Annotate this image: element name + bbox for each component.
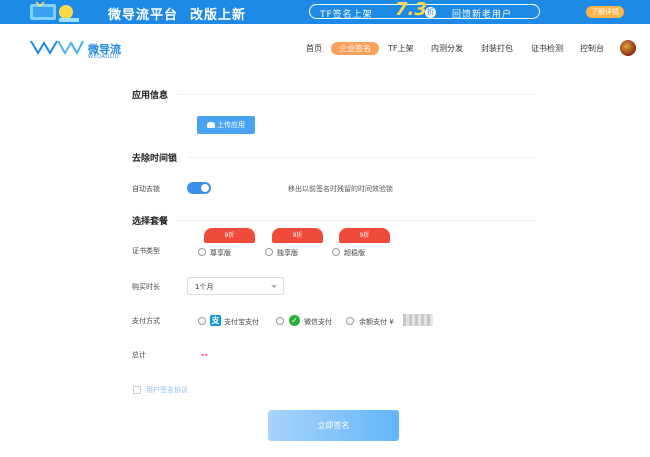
auto-unlock-label: 自动去锁 [132,185,160,193]
wechat-pay-icon: ✓ [289,315,300,326]
duration-label: 购买时长 [132,283,160,291]
banner-title-main: 微导流平台 [108,8,179,23]
option-premium-label[interactable]: 尊享版 [210,248,231,258]
radio-stable[interactable] [332,248,340,256]
discount-tag: 9折 [272,228,323,243]
nav-item-tf[interactable]: TF上架 [388,43,414,55]
nav-item-console[interactable]: 控制台 [580,43,604,55]
banner-detail-button[interactable]: 了解详情 [586,6,624,18]
promo-banner[interactable]: 微导流平台 改版上新 TF签名上架 7.3 折 回馈新老用户 了解详情 [0,0,650,24]
radio-alipay[interactable] [198,317,206,325]
promo-box: TF签名上架 7.3 折 回馈新老用户 [309,0,540,20]
auto-unlock-toggle[interactable] [187,182,211,194]
nav-item-enterprise-sign[interactable]: 企业签名 [331,42,379,55]
wechat-pay-label[interactable]: 微信支付 [304,317,332,327]
logo-subtitle: WEDAOLIU [88,54,120,60]
avatar[interactable] [620,40,636,56]
option-stable-label[interactable]: 超稳版 [344,248,365,258]
total-label: 总计 [132,351,146,359]
divider [178,94,536,95]
radio-premium[interactable] [198,248,206,256]
submit-sign-button[interactable]: 立即签名 [268,410,399,441]
radio-balance[interactable] [346,317,354,325]
chevron-down-icon [271,285,277,288]
alipay-icon: 支 [210,315,221,326]
discount-tag: 9折 [204,228,255,243]
radio-exclusive[interactable] [265,248,273,256]
promo-right-text: 回馈新老用户 [452,10,513,20]
alipay-label[interactable]: 支付宝支付 [224,317,259,327]
section-title-app-info: 应用信息 [132,91,169,101]
cloud-upload-icon [207,122,215,128]
upload-app-button[interactable]: 上传应用 [197,116,255,134]
banner-title-sub: 改版上新 [190,8,247,23]
top-nav: 微导流 WEDAOLIU 首页 企业签名 TF上架 内测分发 封装打包 证书检测… [0,24,650,72]
duration-value: 1个月 [195,283,214,291]
promo-zhe-badge: 折 [425,7,436,18]
option-exclusive-label[interactable]: 独享版 [277,248,298,258]
balance-pay-label[interactable]: 余额支付 ¥ [359,317,394,327]
radio-wechat[interactable] [276,317,284,325]
payment-label: 支付方式 [132,317,160,325]
agreement-link[interactable]: 用户签名协议 [146,385,188,395]
banner-title: 微导流平台 改版上新 [108,4,246,23]
balance-amount-redacted [403,314,433,326]
section-title-time-lock: 去除时间锁 [132,154,178,164]
upload-app-label: 上传应用 [217,121,245,129]
promo-discount-number: 7.3 [395,0,427,20]
banner-illustration-icon [30,1,79,22]
nav-item-beta[interactable]: 内测分发 [431,43,463,55]
nav-item-package[interactable]: 封装打包 [481,43,513,55]
promo-left-text: TF签名上架 [320,10,373,20]
nav-item-cert-check[interactable]: 证书检测 [531,43,563,55]
cert-type-label: 证书类型 [132,247,160,255]
duration-select[interactable]: 1个月 [187,277,284,295]
toggle-knob [201,184,209,192]
logo-icon [30,40,84,56]
total-value: -- [201,350,208,359]
time-lock-description: 移出以前签名时残留的时间效验锁 [288,185,393,193]
section-title-package: 选择套餐 [132,217,169,227]
nav-item-home[interactable]: 首页 [306,43,322,55]
divider [178,220,536,221]
agreement-checkbox[interactable] [133,386,141,394]
divider [188,157,536,158]
discount-tag: 9折 [339,228,390,243]
